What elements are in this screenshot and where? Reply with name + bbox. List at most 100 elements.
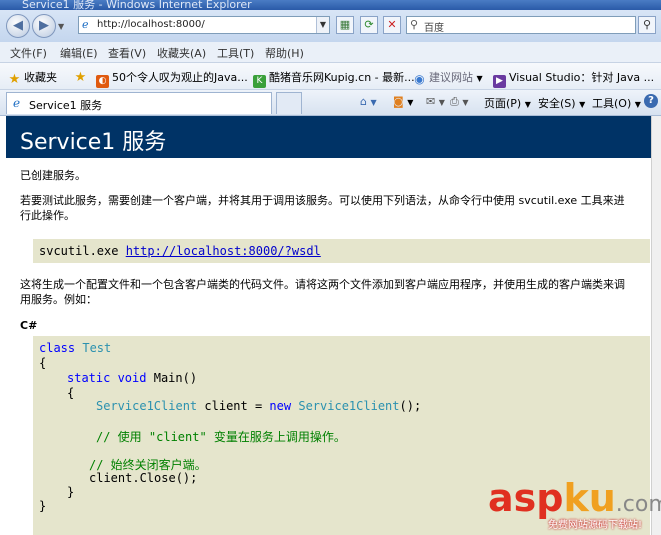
wsdl-link[interactable]: http://localhost:8000/?wsdl (126, 244, 321, 258)
site-icon: ◐ (96, 75, 109, 88)
address-dropdown-icon[interactable]: ▼ (316, 17, 329, 33)
tools-menu-label: 工具(O) (592, 97, 632, 110)
code-comment: // 使用 "client" 变量在服务上调用操作。 (96, 430, 346, 444)
home-icon: ⌂ (360, 95, 367, 108)
code-type: Service1Client (96, 399, 198, 413)
suggested-sites-icon: ◉ (414, 72, 425, 86)
watermark-subtitle: 免费网站源码下载站! (548, 520, 643, 531)
refresh-icon: ⟳ (364, 18, 374, 31)
mail-icon: ✉ (426, 95, 436, 108)
print-button[interactable]: ⎙ ▼ (450, 95, 468, 109)
code-line: } (67, 485, 75, 499)
feeds-button[interactable]: ◙ ▼ (393, 95, 413, 108)
forward-arrow-icon: ▶ (39, 18, 49, 33)
address-bar[interactable]: ℯ http://localhost:8000/ ▼ (78, 16, 330, 34)
chevron-down-icon: ▼ (476, 74, 483, 83)
safety-menu-label: 安全(S) (538, 97, 576, 110)
menu-bar: 文件(F) 编辑(E) 查看(V) 收藏夹(A) 工具(T) 帮助(H) (0, 42, 661, 63)
back-button[interactable]: ◀ (6, 14, 30, 38)
generate-text: 这将生成一个配置文件和一个包含客户端类的代码文件。请将这两个文件添加到客户端应用… (20, 278, 625, 306)
code-line: class Test (39, 341, 111, 355)
menu-view[interactable]: 查看(V) (108, 45, 146, 61)
address-row: ◀ ▶ ▼ ℯ http://localhost:8000/ ▼ ▦ ⟳ ✕ ⚲… (0, 10, 661, 42)
stop-button[interactable]: ✕ (383, 16, 401, 34)
favorite-item-suggested[interactable]: ◉ 建议网站 ▼ (413, 69, 483, 86)
page-title: Service1 服务 (20, 130, 167, 155)
tools-menu-button[interactable]: 工具(O) ▼ (592, 95, 641, 111)
home-button[interactable]: ⌂ ▼ (360, 95, 377, 108)
code-text: (); (399, 399, 422, 413)
chevron-down-icon: ▼ (579, 100, 586, 109)
favorites-label: 收藏夹 (24, 71, 57, 84)
watermark-logo: aspku.com (488, 476, 661, 520)
created-text: 已创建服务。 (20, 169, 86, 182)
safety-menu-button[interactable]: 安全(S) ▼ (538, 95, 585, 111)
printer-icon: ⎙ (450, 95, 459, 108)
chevron-down-icon: ▼ (634, 100, 641, 109)
favorite-item-kupig[interactable]: K 酷猪音乐网Kupig.cn - 最新... (253, 69, 415, 88)
code-type: Test (82, 341, 112, 355)
menu-help[interactable]: 帮助(H) (265, 45, 304, 61)
refresh-button[interactable]: ⟳ (360, 16, 378, 34)
chevron-down-icon: ▼ (462, 98, 469, 107)
help-button[interactable]: ? (644, 94, 658, 108)
command-line: svcutil.exe http://localhost:8000/?wsdl (39, 244, 321, 258)
code-text: client = (204, 399, 263, 413)
search-icon: ⚲ (642, 18, 652, 31)
watermark-text: ku (563, 476, 616, 520)
code-text: Main() (153, 371, 198, 385)
search-box[interactable]: ⚲ 百度 (406, 16, 636, 34)
menu-edit[interactable]: 编辑(E) (60, 45, 98, 61)
address-input[interactable]: http://localhost:8000/ (97, 19, 205, 30)
page-banner: Service1 服务 (6, 116, 651, 158)
search-provider-icon: ⚲ (410, 18, 419, 31)
add-favorite-button[interactable]: ★ (74, 69, 90, 84)
tab-service1[interactable]: ℯ Service1 服务 (6, 92, 272, 114)
watermark-text: .com (615, 492, 661, 517)
code-keyword: static void (67, 371, 147, 385)
command-box: svcutil.exe http://localhost:8000/?wsdl (33, 239, 650, 263)
tab-title: Service1 服务 (29, 99, 103, 112)
forward-button[interactable]: ▶ (32, 14, 56, 38)
tab-row: ℯ Service1 服务 ⌂ ▼ ◙ ▼ ✉ ▼ ⎙ ▼ 页面(P) ▼ 安全… (0, 90, 661, 116)
menu-favorites[interactable]: 收藏夹(A) (157, 45, 206, 61)
menu-tools[interactable]: 工具(T) (217, 45, 254, 61)
compatibility-view-button[interactable]: ▦ (336, 16, 354, 34)
favorite-item-label: 酷猪音乐网Kupig.cn - 最新... (269, 71, 415, 84)
title-bar: Service1 服务 - Windows Internet Explorer (0, 0, 661, 10)
favorites-button[interactable]: ★ 收藏夹 (8, 69, 57, 86)
favorite-item-label: 建议网站 (429, 71, 473, 84)
help-icon: ? (648, 95, 654, 106)
window-title: Service1 服务 - Windows Internet Explorer (22, 0, 252, 10)
compatibility-icon: ▦ (339, 18, 351, 31)
ie-page-icon: ℯ (13, 96, 21, 110)
page-content: Service1 服务 已创建服务。 若要测试此服务，需要创建一个客户端，并将其… (0, 116, 661, 535)
new-tab-button[interactable] (276, 92, 302, 114)
favorite-item-java[interactable]: ◐ 50个令人叹为观止的Java... (96, 69, 248, 88)
vertical-scrollbar[interactable] (651, 116, 661, 535)
mail-button[interactable]: ✉ ▼ (426, 95, 445, 108)
history-dropdown-icon[interactable]: ▼ (58, 22, 64, 31)
menu-file[interactable]: 文件(F) (10, 45, 47, 61)
favorite-item-visualstudio[interactable]: ▶ Visual Studio：针对 Java ... (493, 69, 654, 88)
watermark: aspku.com 免费网站源码下载站! (488, 476, 661, 534)
search-button[interactable]: ⚲ (638, 16, 656, 34)
kp-site-icon: K (253, 75, 266, 88)
favorite-item-label: Visual Studio：针对 Java ... (509, 71, 655, 84)
star-icon: ★ (8, 72, 21, 87)
code-line: client.Close(); (89, 471, 198, 485)
code-type: Service1Client (298, 399, 400, 413)
search-input[interactable]: 百度 (424, 19, 444, 34)
language-label: C# (20, 319, 38, 332)
code-line: static void Main() (67, 371, 197, 385)
watermark-text: asp (488, 476, 564, 520)
page-menu-button[interactable]: 页面(P) ▼ (484, 95, 531, 111)
code-keyword: new (269, 399, 292, 413)
chevron-down-icon: ▼ (370, 98, 377, 107)
stop-icon: ✕ (387, 18, 397, 31)
code-line: } (39, 499, 47, 513)
chevron-down-icon: ▼ (438, 98, 445, 107)
page-menu-label: 页面(P) (484, 97, 522, 110)
code-line: { (67, 386, 75, 400)
favorites-bar: ★ 收藏夹 ★ ◐ 50个令人叹为观止的Java... K 酷猪音乐网Kupig.cn… (0, 63, 661, 90)
